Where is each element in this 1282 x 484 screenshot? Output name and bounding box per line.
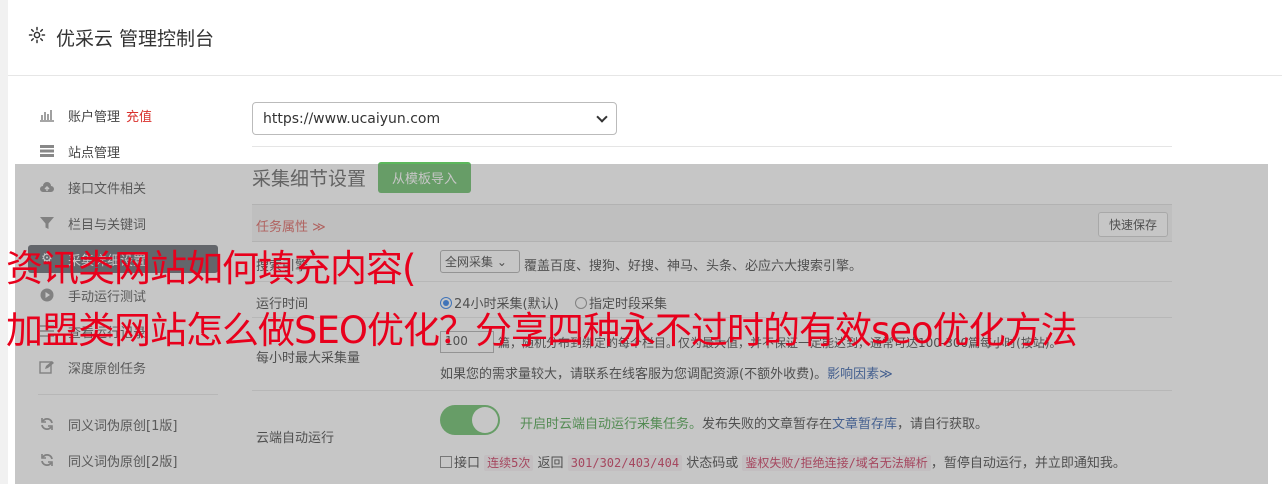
divider: [252, 146, 1172, 147]
play-circle-icon: [38, 288, 56, 302]
radio-checked[interactable]: [440, 297, 452, 309]
section-title: 采集细节设置: [252, 168, 367, 190]
sidebar-item-label: 站点管理: [68, 145, 121, 161]
cloud-upload-icon: [38, 180, 56, 194]
filter-icon: [38, 216, 56, 230]
sidebar-item-sites[interactable]: 站点管理: [28, 137, 218, 165]
sidebar-item-label: 同义词伪原创[1版]: [68, 418, 178, 434]
overlay-headline-line2: 加盟类网站怎么做SEO优化？分享四种永不过时的有效seo优化方法: [6, 309, 1078, 352]
chevron-down-icon: [596, 110, 608, 123]
edit-icon: [38, 360, 56, 374]
engine-description: 覆盖百度、搜狗、好搜、神马、头条、必应六大搜索引擎。: [524, 259, 863, 274]
cloud-run-toggle[interactable]: [440, 405, 500, 435]
cloud-run-label: 云端自动运行: [256, 431, 335, 446]
cloud-run-desc: 开启时云端自动运行采集任务。发布失败的文章暂存在文章暂存库，请自行获取。: [520, 417, 989, 432]
checkbox-unchecked[interactable]: [440, 456, 452, 468]
page-title: 优采云 管理控制台: [56, 28, 215, 50]
top-header: 优采云 管理控制台: [8, 0, 1282, 76]
bar-chart-icon: [38, 108, 56, 122]
refresh-icon: [38, 417, 56, 431]
sidebar-item-api-files[interactable]: 接口文件相关: [28, 173, 218, 201]
pause-on-error-option[interactable]: 接口 连续5次 返回 301/302/403/404 状态码或 鉴权失败/拒绝连…: [440, 452, 1126, 471]
engine-select[interactable]: 全网采集 ⌄: [440, 250, 520, 273]
import-template-button[interactable]: 从模板导入: [378, 162, 471, 193]
recharge-link[interactable]: 充值: [126, 106, 152, 125]
quick-save-button[interactable]: 快速保存: [1098, 212, 1168, 237]
radio-unchecked[interactable]: [575, 297, 587, 309]
sidebar-item-synonym-v1[interactable]: 同义词伪原创[1版]: [28, 410, 218, 438]
sidebar-item-label: 同义词伪原创[2版]: [68, 454, 178, 470]
sidebar-item-label: 深度原创任务: [68, 361, 147, 377]
sidebar-item-columns-keywords[interactable]: 栏目与关键词: [28, 209, 218, 237]
site-select-value: https://www.ucaiyun.com: [263, 110, 441, 127]
sidebar-item-account[interactable]: 账户管理 充值: [28, 101, 218, 129]
server-icon: [38, 144, 56, 158]
divider: [252, 390, 1172, 391]
hourly-max-note: 如果您的需求量较大，请联系在线客服为您调配资源(不额外收费)。影响因素≫: [440, 367, 893, 382]
overlay-headline-line1: 资讯类网站如何填充内容(: [6, 247, 416, 290]
refresh-icon: [38, 453, 56, 467]
sidebar-item-label: 接口文件相关: [68, 181, 147, 197]
article-storage-link[interactable]: 文章暂存库: [832, 417, 897, 432]
sidebar-divider: [38, 394, 218, 395]
task-attr-toggle[interactable]: 任务属性 ≫: [256, 216, 326, 235]
sidebar-item-label: 账户管理: [68, 109, 121, 125]
sidebar-item-deep-original[interactable]: 深度原创任务: [28, 353, 218, 381]
site-select[interactable]: https://www.ucaiyun.com: [252, 102, 617, 135]
influence-factors-link[interactable]: 影响因素≫: [827, 367, 893, 382]
sidebar-item-label: 栏目与关键词: [68, 217, 147, 233]
toggle-knob: [472, 407, 498, 433]
engine-select-value: 全网采集: [445, 255, 494, 269]
task-attr-bar: 任务属性 ≫ 快速保存: [252, 204, 1172, 242]
sidebar-item-synonym-v2[interactable]: 同义词伪原创[2版]: [28, 446, 218, 474]
gear-icon: [28, 26, 46, 44]
